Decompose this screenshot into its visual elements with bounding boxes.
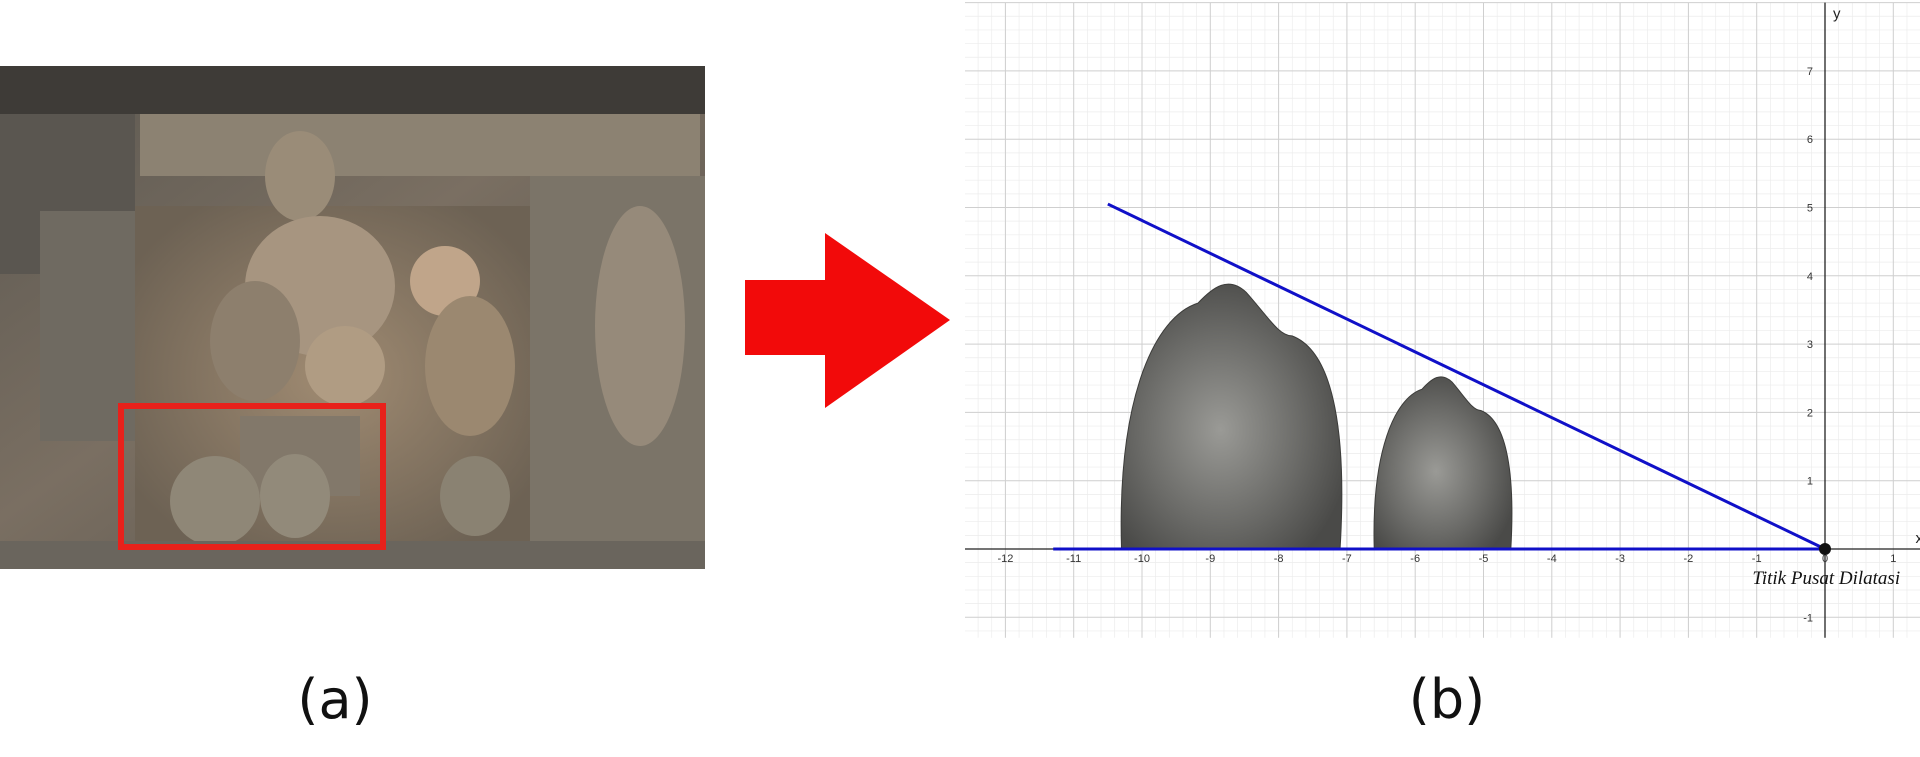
x-tick-label: -7 [1342, 553, 1352, 565]
y-tick-label: 3 [1807, 339, 1813, 351]
y-tick-label: 7 [1807, 66, 1813, 78]
x-tick-label: -10 [1134, 553, 1150, 565]
x-tick-label: -12 [997, 553, 1013, 565]
y-axis-label: y [1833, 6, 1841, 23]
y-tick-label: 1 [1807, 476, 1813, 488]
y-tick-label: 6 [1807, 134, 1813, 146]
large-relief-object [1120, 283, 1343, 550]
x-tick-label: -6 [1410, 553, 1420, 565]
temple-relief-photo [0, 66, 705, 569]
small-relief-object [1373, 376, 1513, 550]
x-tick-labels: -12 -11 -10 -9 -8 -7 -6 -5 -4 -3 -2 -1 0 1 [997, 553, 1896, 565]
y-tick-label: 5 [1807, 203, 1813, 215]
x-tick-label: 1 [1890, 553, 1896, 565]
center-of-dilation-label: Titik Pusat Dilatasi [1752, 568, 1900, 589]
dilation-graph: -12 -11 -10 -9 -8 -7 -6 -5 -4 -3 -2 -1 0 1 -11234567 … [965, 2, 1920, 638]
x-axis-label: x [1915, 530, 1920, 547]
x-tick-label: -9 [1205, 553, 1215, 565]
x-tick-label: -11 [1066, 553, 1081, 565]
x-tick-label: -4 [1547, 553, 1557, 565]
arrow-right-icon [745, 233, 950, 408]
x-tick-label: -1 [1752, 553, 1762, 565]
x-tick-label: -2 [1684, 553, 1694, 565]
y-tick-label: 2 [1807, 407, 1813, 419]
y-tick-label: -1 [1803, 612, 1813, 624]
x-tick-label: -3 [1615, 553, 1625, 565]
x-tick-label: -8 [1274, 553, 1284, 565]
panel-label-a: (a) [297, 668, 373, 731]
x-tick-label: -5 [1479, 553, 1489, 565]
panel-label-b: (b) [1408, 668, 1486, 731]
y-tick-label: 4 [1807, 271, 1813, 283]
center-of-dilation-point [1819, 543, 1831, 555]
